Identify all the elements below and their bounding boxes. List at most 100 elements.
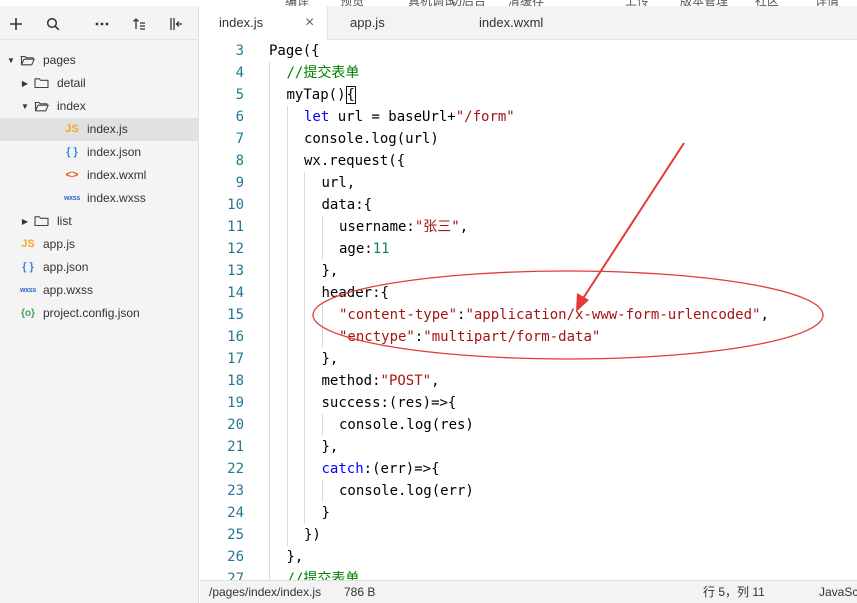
tree-item-index-wxml[interactable]: <> index.wxml — [0, 164, 199, 187]
code-line[interactable]: console.log(url) — [269, 128, 857, 150]
code-token: , — [459, 219, 469, 235]
indent-guide — [269, 238, 270, 260]
indent-guide — [286, 370, 288, 392]
language-mode[interactable]: JavaSc — [819, 581, 857, 603]
tree-item-project-config-json[interactable]: {o} project.config.json — [0, 302, 199, 325]
code-line[interactable]: age:11 — [269, 238, 857, 260]
line-number: 16 — [227, 329, 244, 345]
code-token: console.log(err) — [339, 483, 474, 499]
tree-item-label: index.wxml — [87, 168, 147, 182]
code-line[interactable]: }, — [269, 546, 857, 568]
line-number: 20 — [227, 417, 244, 433]
json-file-icon: { } — [22, 261, 34, 273]
line-number: 3 — [235, 43, 244, 59]
indent-guide — [304, 260, 305, 282]
more-icon[interactable] — [92, 14, 112, 34]
tab-index-js[interactable]: index.js × — [200, 6, 328, 41]
search-icon[interactable] — [43, 14, 63, 34]
code-line[interactable]: }) — [269, 524, 857, 546]
code-token: //提交表单 — [286, 65, 360, 81]
tree-item-detail[interactable]: ▶ detail — [0, 72, 199, 95]
code-line[interactable]: catch:(err)=>{ — [269, 458, 857, 480]
js-file-icon: JS — [65, 123, 79, 135]
tree-item-list[interactable]: ▶ list — [0, 210, 199, 233]
indent-guide — [269, 84, 270, 106]
code-line[interactable]: success:(res)=>{ — [269, 392, 857, 414]
code-line[interactable]: }, — [269, 436, 857, 458]
line-number: 10 — [227, 197, 244, 213]
indent-guide — [286, 194, 288, 216]
code-token: "POST" — [380, 373, 432, 389]
tree-item-app-wxss[interactable]: wxss app.wxss — [0, 279, 199, 302]
sort-icon[interactable] — [129, 14, 149, 34]
editor-tabs: index.js × app.js index.wxml — [200, 6, 857, 41]
indent-guide — [269, 524, 270, 546]
tree-item-label: pages — [43, 53, 76, 67]
code-line[interactable]: //提交表单 — [269, 568, 857, 580]
tree-item-index-wxss[interactable]: wxss index.wxss — [0, 187, 199, 210]
status-bar: /pages/index/index.js 786 B 行 5，列 11 Jav… — [200, 580, 857, 603]
tree-item-label: index — [57, 99, 86, 113]
code-line[interactable]: }, — [269, 348, 857, 370]
indent-guide — [286, 414, 288, 436]
code-line[interactable]: data:{ — [269, 194, 857, 216]
tree-item-label: app.json — [43, 260, 89, 274]
chevron-right-icon[interactable]: ▶ — [20, 210, 30, 233]
plus-icon[interactable] — [6, 14, 26, 34]
code-line[interactable]: }, — [269, 260, 857, 282]
code-line[interactable]: header:{ — [269, 282, 857, 304]
code-line[interactable]: Page({ — [269, 40, 857, 62]
code-line[interactable]: username:"张三", — [269, 216, 857, 238]
chevron-right-icon[interactable]: ▶ — [20, 72, 30, 95]
code-line[interactable]: method:"POST", — [269, 370, 857, 392]
code-line[interactable]: wx.request({ — [269, 150, 857, 172]
code-line[interactable]: "enctype":"multipart/form-data" — [269, 326, 857, 348]
folder-open-icon — [34, 101, 49, 112]
code-line[interactable]: console.log(err) — [269, 480, 857, 502]
code-token: }) — [304, 527, 321, 543]
code-token: }, — [321, 439, 339, 455]
code-area[interactable]: Page({ //提交表单 myTap(){let url = baseUrl+"/… — [269, 40, 857, 580]
code-token: console.log(url) — [304, 131, 439, 147]
indent-guide — [304, 436, 305, 458]
wxss-file-icon: wxss — [64, 195, 80, 202]
tab-app-js[interactable]: app.js — [350, 6, 440, 40]
code-token: success:(res)=>{ — [321, 395, 457, 411]
code-line[interactable]: let url = baseUrl+"/form" — [269, 106, 857, 128]
tree-item-label: app.js — [43, 237, 76, 251]
code-line[interactable]: console.log(res) — [269, 414, 857, 436]
indent-guide — [269, 414, 270, 436]
close-icon[interactable]: × — [305, 6, 314, 40]
tree-item-index-js[interactable]: JS index.js — [0, 118, 199, 141]
tree-item-index-json[interactable]: { } index.json — [0, 141, 199, 164]
line-number: 26 — [227, 549, 244, 565]
tree-item-app-json[interactable]: { } app.json — [0, 256, 199, 279]
line-number: 6 — [235, 109, 244, 125]
tree-item-app-js[interactable]: JS app.js — [0, 233, 199, 256]
json-file-icon: { } — [66, 146, 78, 158]
code-token: method: — [321, 373, 381, 389]
code-token: 11 — [372, 241, 390, 257]
code-editor[interactable]: 3 4 5 6 7 8 9 10 11 12 13 14 15 16 17 18 19 20 21 22 23 24 25 2… — [200, 40, 857, 580]
code-token: }, — [321, 263, 339, 279]
chevron-down-icon[interactable]: ▼ — [6, 49, 16, 72]
chevron-down-icon[interactable]: ▼ — [20, 95, 30, 118]
code-token: username: — [339, 219, 415, 235]
code-token: "张三" — [414, 219, 460, 235]
indent-guide — [304, 502, 305, 524]
code-line[interactable]: } — [269, 502, 857, 524]
collapse-panel-icon[interactable] — [166, 14, 186, 34]
code-line[interactable]: url, — [269, 172, 857, 194]
folder-icon — [34, 216, 49, 227]
indent-guide — [286, 216, 288, 238]
code-line[interactable]: "content-type":"application/x-www-form-u… — [269, 304, 857, 326]
code-line[interactable]: myTap(){ — [269, 84, 857, 106]
indent-guide — [269, 150, 270, 172]
tab-index-wxml[interactable]: index.wxml — [479, 6, 599, 40]
tree-item-pages[interactable]: ▼ pages — [0, 49, 199, 72]
tree-item-label: index.json — [87, 145, 142, 159]
tree-item-index[interactable]: ▼ index — [0, 95, 199, 118]
code-line[interactable]: //提交表单 — [269, 62, 857, 84]
cursor-position[interactable]: 行 5，列 11 — [703, 581, 765, 603]
indent-guide — [269, 216, 270, 238]
